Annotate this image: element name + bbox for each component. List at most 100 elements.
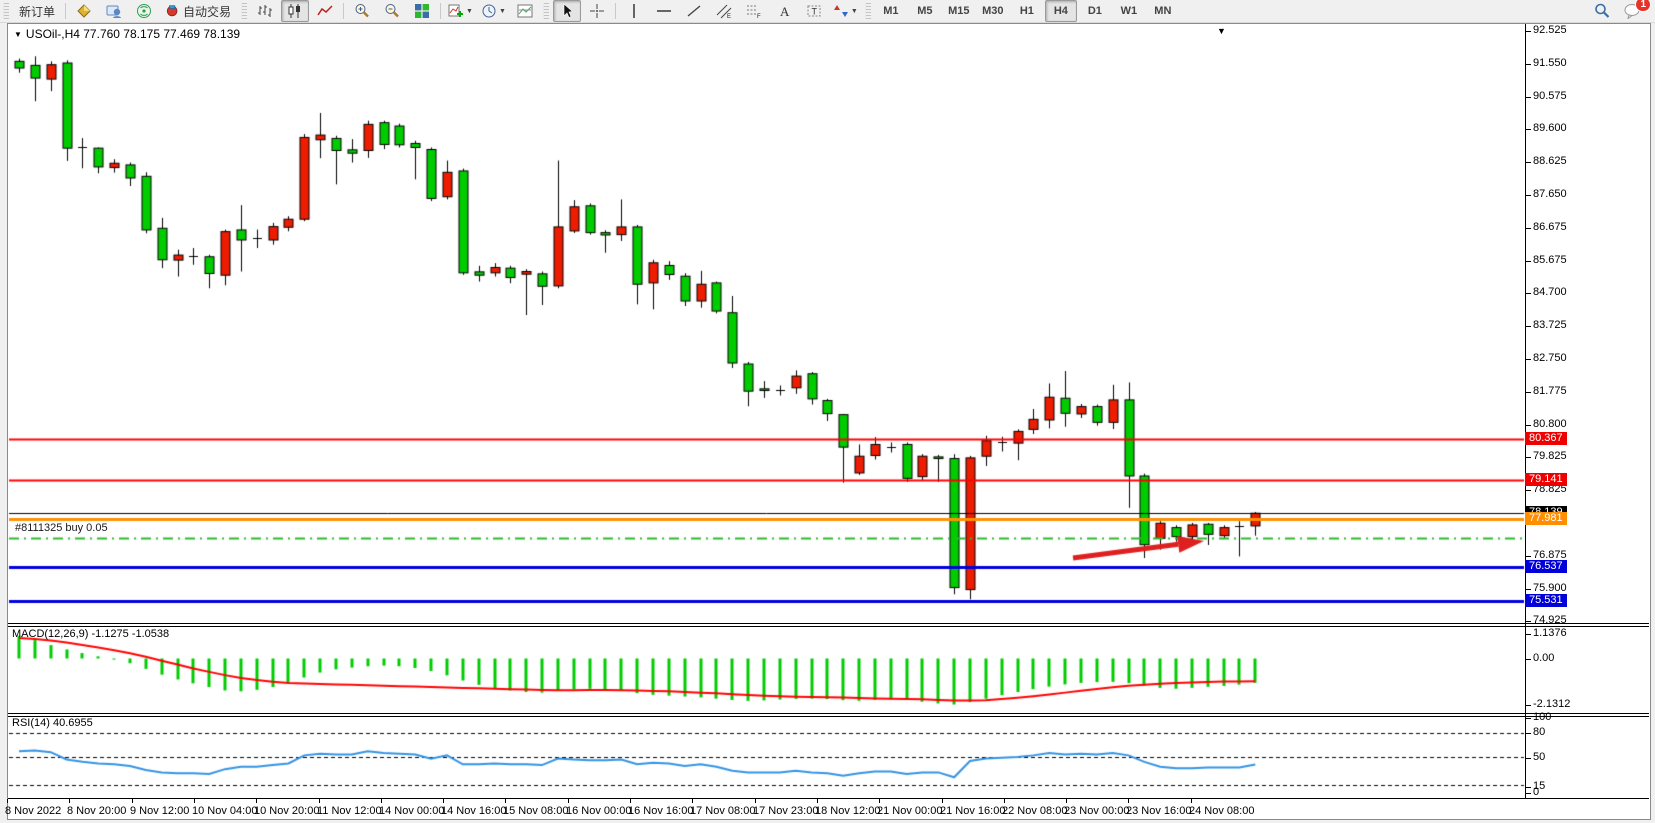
periods-icon[interactable]: ▼: [478, 0, 509, 22]
toolbar-separator: [615, 3, 616, 19]
auto-trading-button[interactable]: 自动交易: [160, 0, 237, 22]
scale-tick: [1526, 162, 1531, 163]
zoom-out-icon[interactable]: [378, 0, 406, 22]
time-tick-label: 8 Nov 2022: [5, 805, 61, 817]
profiles-icon[interactable]: [100, 0, 128, 22]
fibonacci-icon[interactable]: F: [740, 0, 768, 22]
chart-window: ▼USOil-,H4 77.760 78.175 77.469 78.139 ▼…: [7, 23, 1651, 820]
svg-text:F: F: [757, 14, 761, 19]
zoom-in-icon[interactable]: [348, 0, 376, 22]
scale-tick: [1526, 490, 1531, 491]
time-tick: [1128, 799, 1129, 803]
time-tick: [256, 799, 257, 803]
horizontal-line-icon[interactable]: [650, 0, 678, 22]
main-toolbar: 新订单 自动交易 ▼ ▼ E F AT ▼ M1M5M15M30H1H4D1W1MN 1: [0, 0, 1655, 23]
scale-tick: [1526, 621, 1531, 622]
price-tick-label: 90.575: [1533, 90, 1567, 102]
timeframe-h1[interactable]: H1: [1011, 0, 1043, 22]
scale-tick: [1526, 634, 1531, 635]
toolbar-grip[interactable]: [865, 3, 871, 19]
time-axis-border: [8, 798, 1649, 799]
price-tick-label: 50: [1533, 751, 1545, 763]
scale-tick: [1526, 129, 1531, 130]
scale-tick: [1526, 392, 1531, 393]
chart-shift-marker-icon[interactable]: ▼: [1217, 26, 1226, 36]
scale-tick: [1526, 718, 1531, 719]
price-tick-label: 86.675: [1533, 221, 1567, 233]
text-icon[interactable]: A: [770, 0, 798, 22]
arrows-icon[interactable]: ▼: [830, 0, 861, 22]
chevron-down-icon: ▼: [466, 8, 473, 15]
price-tick-label: -2.1312: [1533, 698, 1570, 710]
market-watch-icon[interactable]: [70, 0, 98, 22]
time-tick-label: 8 Nov 20:00: [67, 805, 126, 817]
chevron-down-icon: ▼: [851, 8, 858, 15]
time-tick: [630, 799, 631, 803]
time-tick: [755, 799, 756, 803]
symbol-ohlc-text: USOil-,H4 77.760 78.175 77.469 78.139: [26, 27, 240, 41]
time-tick: [942, 799, 943, 803]
tile-windows-icon[interactable]: [408, 0, 436, 22]
price-tick-label: 83.725: [1533, 319, 1567, 331]
price-scale[interactable]: 92.52591.55090.57589.60088.62587.65086.6…: [1525, 24, 1649, 819]
scale-tick: [1526, 758, 1531, 759]
price-chart-canvas[interactable]: [8, 24, 1525, 799]
time-tick: [132, 799, 133, 803]
line-chart-icon[interactable]: [311, 0, 339, 22]
toolbar-grip[interactable]: [543, 3, 549, 19]
pane-separator[interactable]: [8, 713, 1649, 714]
time-tick: [381, 799, 382, 803]
templates-icon[interactable]: [511, 0, 539, 22]
time-tick: [69, 799, 70, 803]
timeframe-d1[interactable]: D1: [1079, 0, 1111, 22]
equidistant-channel-icon[interactable]: E: [710, 0, 738, 22]
time-tick-label: 9 Nov 12:00: [130, 805, 189, 817]
time-tick: [1191, 799, 1192, 803]
price-level-badge: 80.367: [1525, 432, 1567, 445]
toolbar-grip[interactable]: [3, 3, 9, 19]
time-tick: [817, 799, 818, 803]
timeframe-m30[interactable]: M30: [977, 0, 1009, 22]
vertical-line-icon[interactable]: [620, 0, 648, 22]
price-tick-label: 88.625: [1533, 155, 1567, 167]
bar-chart-icon[interactable]: [251, 0, 279, 22]
price-tick-label: 91.550: [1533, 57, 1567, 69]
candlestick-chart-icon[interactable]: [281, 0, 309, 22]
search-icon[interactable]: [1588, 0, 1616, 22]
scale-tick: [1526, 195, 1531, 196]
toolbar-grip[interactable]: [241, 3, 247, 19]
cursor-icon[interactable]: [553, 0, 581, 22]
crosshair-icon[interactable]: [583, 0, 611, 22]
toolbar-separator: [440, 3, 441, 19]
time-tick-label: 16 Nov 00:00: [566, 805, 631, 817]
price-tick-label: 87.650: [1533, 188, 1567, 200]
scale-tick: [1526, 97, 1531, 98]
indicators-icon[interactable]: ▼: [445, 0, 476, 22]
chat-icon[interactable]: 1: [1618, 0, 1646, 22]
pane-separator[interactable]: [8, 623, 1649, 624]
timeframe-m1[interactable]: M1: [875, 0, 907, 22]
price-level-badge: 77.981: [1525, 512, 1567, 525]
timeframe-mn[interactable]: MN: [1147, 0, 1179, 22]
time-tick-label: 14 Nov 16:00: [441, 805, 506, 817]
toolbar-separator: [65, 3, 66, 19]
chart-symbol-title[interactable]: ▼USOil-,H4 77.760 78.175 77.469 78.139: [14, 27, 240, 41]
timeframe-m15[interactable]: M15: [943, 0, 975, 22]
new-order-button[interactable]: 新订单: [13, 0, 61, 22]
scale-tick: [1526, 793, 1531, 794]
time-tick-label: 21 Nov 00:00: [877, 805, 942, 817]
price-level-badge: 76.537: [1525, 560, 1567, 573]
timeframe-h4[interactable]: H4: [1045, 0, 1077, 22]
pane-separator: [8, 716, 1649, 717]
time-tick-label: 17 Nov 08:00: [690, 805, 755, 817]
text-label-icon[interactable]: T: [800, 0, 828, 22]
price-tick-label: 81.775: [1533, 385, 1567, 397]
trendline-icon[interactable]: [680, 0, 708, 22]
price-tick-label: 82.750: [1533, 352, 1567, 364]
signals-icon[interactable]: [130, 0, 158, 22]
mt4-terminal: 新订单自动交易▼▼EFAT▼M1M5M15M30H1H4D1W1MN1 ▼USO…: [0, 0, 1655, 823]
scale-tick: [1526, 589, 1531, 590]
time-tick-label: 15 Nov 08:00: [503, 805, 568, 817]
timeframe-w1[interactable]: W1: [1113, 0, 1145, 22]
timeframe-m5[interactable]: M5: [909, 0, 941, 22]
